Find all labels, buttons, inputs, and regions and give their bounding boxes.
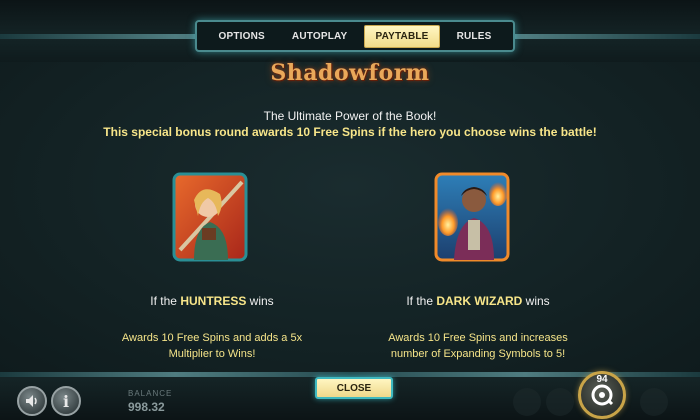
caption-prefix: If the [150,294,181,308]
close-button[interactable]: CLOSE [315,377,393,399]
bonus-description: This special bonus round awards 10 Free … [103,125,597,139]
dark-wizard-symbol [434,172,510,262]
menu-tab-bar: OPTIONS AUTOPLAY PAYTABLE RULES [195,20,515,52]
huntress-reward-description: Awards 10 Free Spins and adds a 5x Multi… [92,330,332,362]
desc-line: Awards 10 Free Spins and adds a 5x [121,332,303,344]
desc-line: Awards 10 Free Spins and increases [388,332,568,344]
tab-paytable[interactable]: PAYTABLE [364,24,440,48]
caption-suffix: wins [522,294,550,308]
caption-prefix: If the [406,294,437,308]
tab-rules[interactable]: RULES [447,26,502,47]
dimmed-control [546,388,574,416]
info-icon: i [62,391,70,411]
balance-value: 998.32 [128,400,165,414]
huntress-portrait-icon [172,172,248,262]
huntress-symbol [172,172,248,262]
caption-suffix: wins [246,294,274,308]
autoplay-spin-count: 94 [596,374,608,385]
game-logo: Shadowform [270,60,430,86]
desc-line: Multiplier to Wins! [168,348,256,360]
info-button[interactable]: i [51,386,81,416]
dimmed-control [513,388,541,416]
dark-wizard-reward-description: Awards 10 Free Spins and increases numbe… [358,330,598,362]
dark-wizard-name: DARK WIZARD [436,294,523,308]
desc-line: number of Expanding Symbols to 5! [390,348,566,360]
speaker-icon [26,395,37,407]
huntress-caption: If the HUNTRESS wins [92,294,332,308]
dimmed-control [640,388,668,416]
huntress-name: HUNTRESS [180,294,247,308]
tab-options[interactable]: OPTIONS [209,26,275,47]
dark-wizard-portrait-icon [434,172,510,262]
balance-label: BALANCE [128,389,173,398]
sound-button[interactable] [17,386,47,416]
dark-wizard-caption: If the DARK WIZARD wins [358,294,598,308]
tab-autoplay[interactable]: AUTOPLAY [282,26,358,47]
spin-icon [591,384,614,406]
headline: The Ultimate Power of the Book! [263,109,437,123]
